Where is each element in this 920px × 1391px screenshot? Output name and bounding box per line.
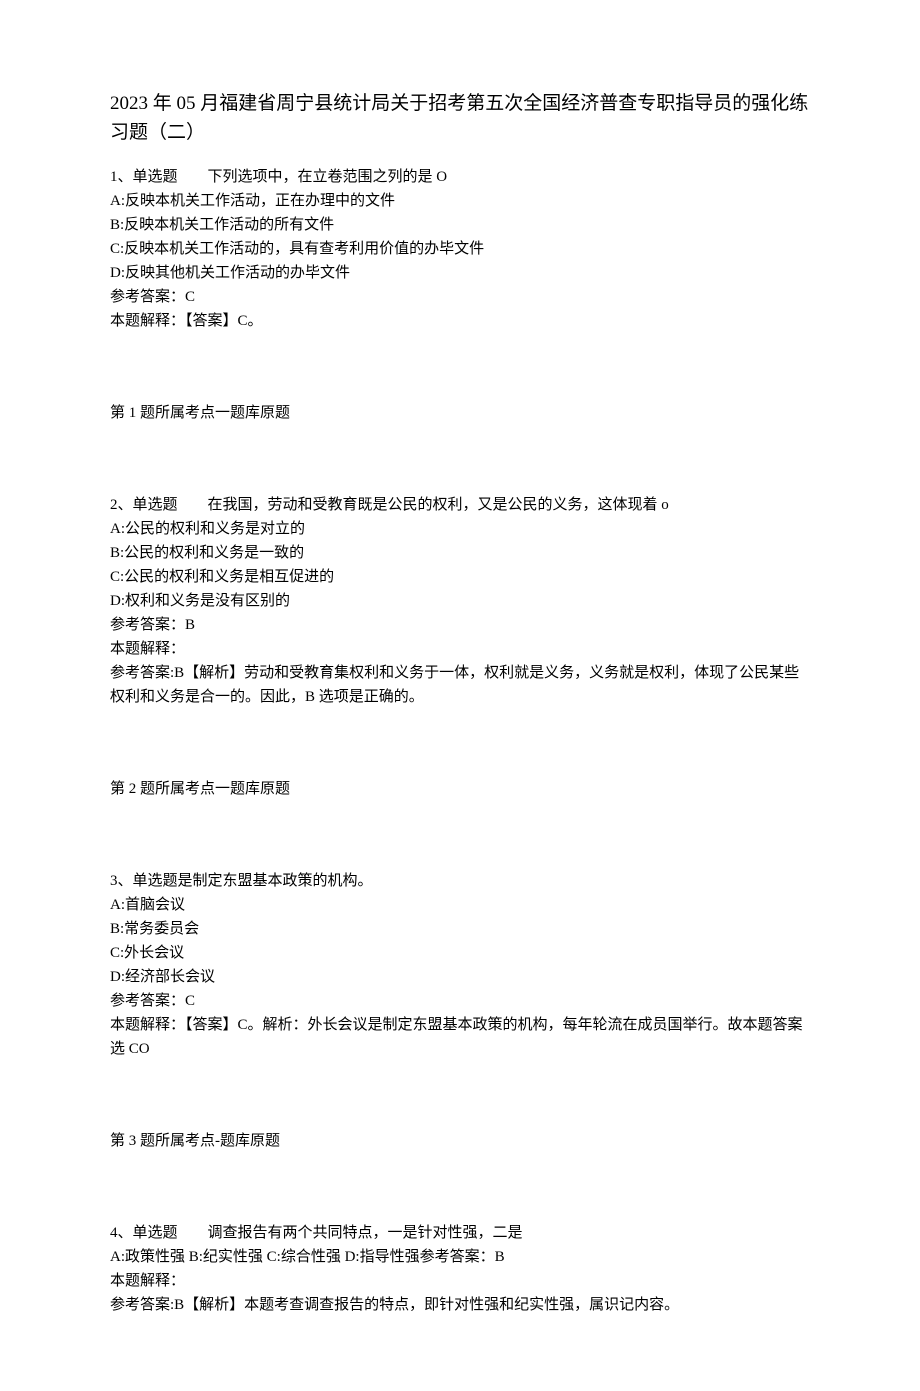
explanation-body: 参考答案:B【解析】劳动和受教育集权利和义务于一体，权利就是义务，义务就是权利，…	[110, 661, 810, 709]
spacer	[110, 723, 810, 777]
option-a: A:反映本机关工作活动，正在办理中的文件	[110, 189, 810, 213]
question-block: 3、单选题是制定东盟基本政策的机构。 A:首脑会议 B:常务委员会 C:外长会议…	[110, 869, 810, 1061]
question-block: 2、单选题 在我国，劳动和受教育既是公民的权利，又是公民的义务，这体现着 o A…	[110, 493, 810, 709]
footer-text: 第 1 题所属考点一题库原题	[110, 401, 810, 425]
question-block: 1、单选题 下列选项中，在立卷范围之列的是 O A:反映本机关工作活动，正在办理…	[110, 165, 810, 333]
page-title: 2023 年 05 月福建省周宁县统计局关于招考第五次全国经济普查专职指导员的强…	[110, 90, 810, 147]
option-c: C:反映本机关工作活动的，具有查考利用价值的办毕文件	[110, 237, 810, 261]
explanation-label: 本题解释：	[110, 637, 810, 661]
spacer	[110, 815, 810, 869]
explanation-body: 参考答案:B【解析】本题考查调查报告的特点，即针对性强和纪实性强，属识记内容。	[110, 1293, 810, 1317]
option-d: D:权利和义务是没有区别的	[110, 589, 810, 613]
footer-text: 第 3 题所属考点-题库原题	[110, 1129, 810, 1153]
spacer	[110, 1075, 810, 1129]
question-block: 4、单选题 调查报告有两个共同特点，一是针对性强，二是 A:政策性强 B:纪实性…	[110, 1221, 810, 1317]
answer-label: 参考答案：C	[110, 285, 810, 309]
question-stem: 2、单选题 在我国，劳动和受教育既是公民的权利，又是公民的义务，这体现着 o	[110, 493, 810, 517]
question-footer: 第 3 题所属考点-题库原题	[110, 1129, 810, 1153]
option-b: B:常务委员会	[110, 917, 810, 941]
option-d: D:经济部长会议	[110, 965, 810, 989]
question-footer: 第 1 题所属考点一题库原题	[110, 401, 810, 425]
answer-label: 参考答案：B	[110, 613, 810, 637]
spacer	[110, 439, 810, 493]
option-c: C:外长会议	[110, 941, 810, 965]
options-inline: A:政策性强 B:纪实性强 C:综合性强 D:指导性强参考答案：B	[110, 1245, 810, 1269]
question-stem: 4、单选题 调查报告有两个共同特点，一是针对性强，二是	[110, 1221, 810, 1245]
question-footer: 第 2 题所属考点一题库原题	[110, 777, 810, 801]
option-a: A:公民的权利和义务是对立的	[110, 517, 810, 541]
spacer	[110, 347, 810, 401]
explanation-label: 本题解释：	[110, 1269, 810, 1293]
explanation: 本题解释：【答案】C。解析：外长会议是制定东盟基本政策的机构，每年轮流在成员国举…	[110, 1013, 810, 1061]
question-stem: 3、单选题是制定东盟基本政策的机构。	[110, 869, 810, 893]
option-b: B:反映本机关工作活动的所有文件	[110, 213, 810, 237]
spacer	[110, 1167, 810, 1221]
option-b: B:公民的权利和义务是一致的	[110, 541, 810, 565]
option-a: A:首脑会议	[110, 893, 810, 917]
footer-text: 第 2 题所属考点一题库原题	[110, 777, 810, 801]
option-c: C:公民的权利和义务是相互促进的	[110, 565, 810, 589]
explanation: 本题解释：【答案】C。	[110, 309, 810, 333]
option-d: D:反映其他机关工作活动的办毕文件	[110, 261, 810, 285]
question-stem: 1、单选题 下列选项中，在立卷范围之列的是 O	[110, 165, 810, 189]
answer-label: 参考答案：C	[110, 989, 810, 1013]
